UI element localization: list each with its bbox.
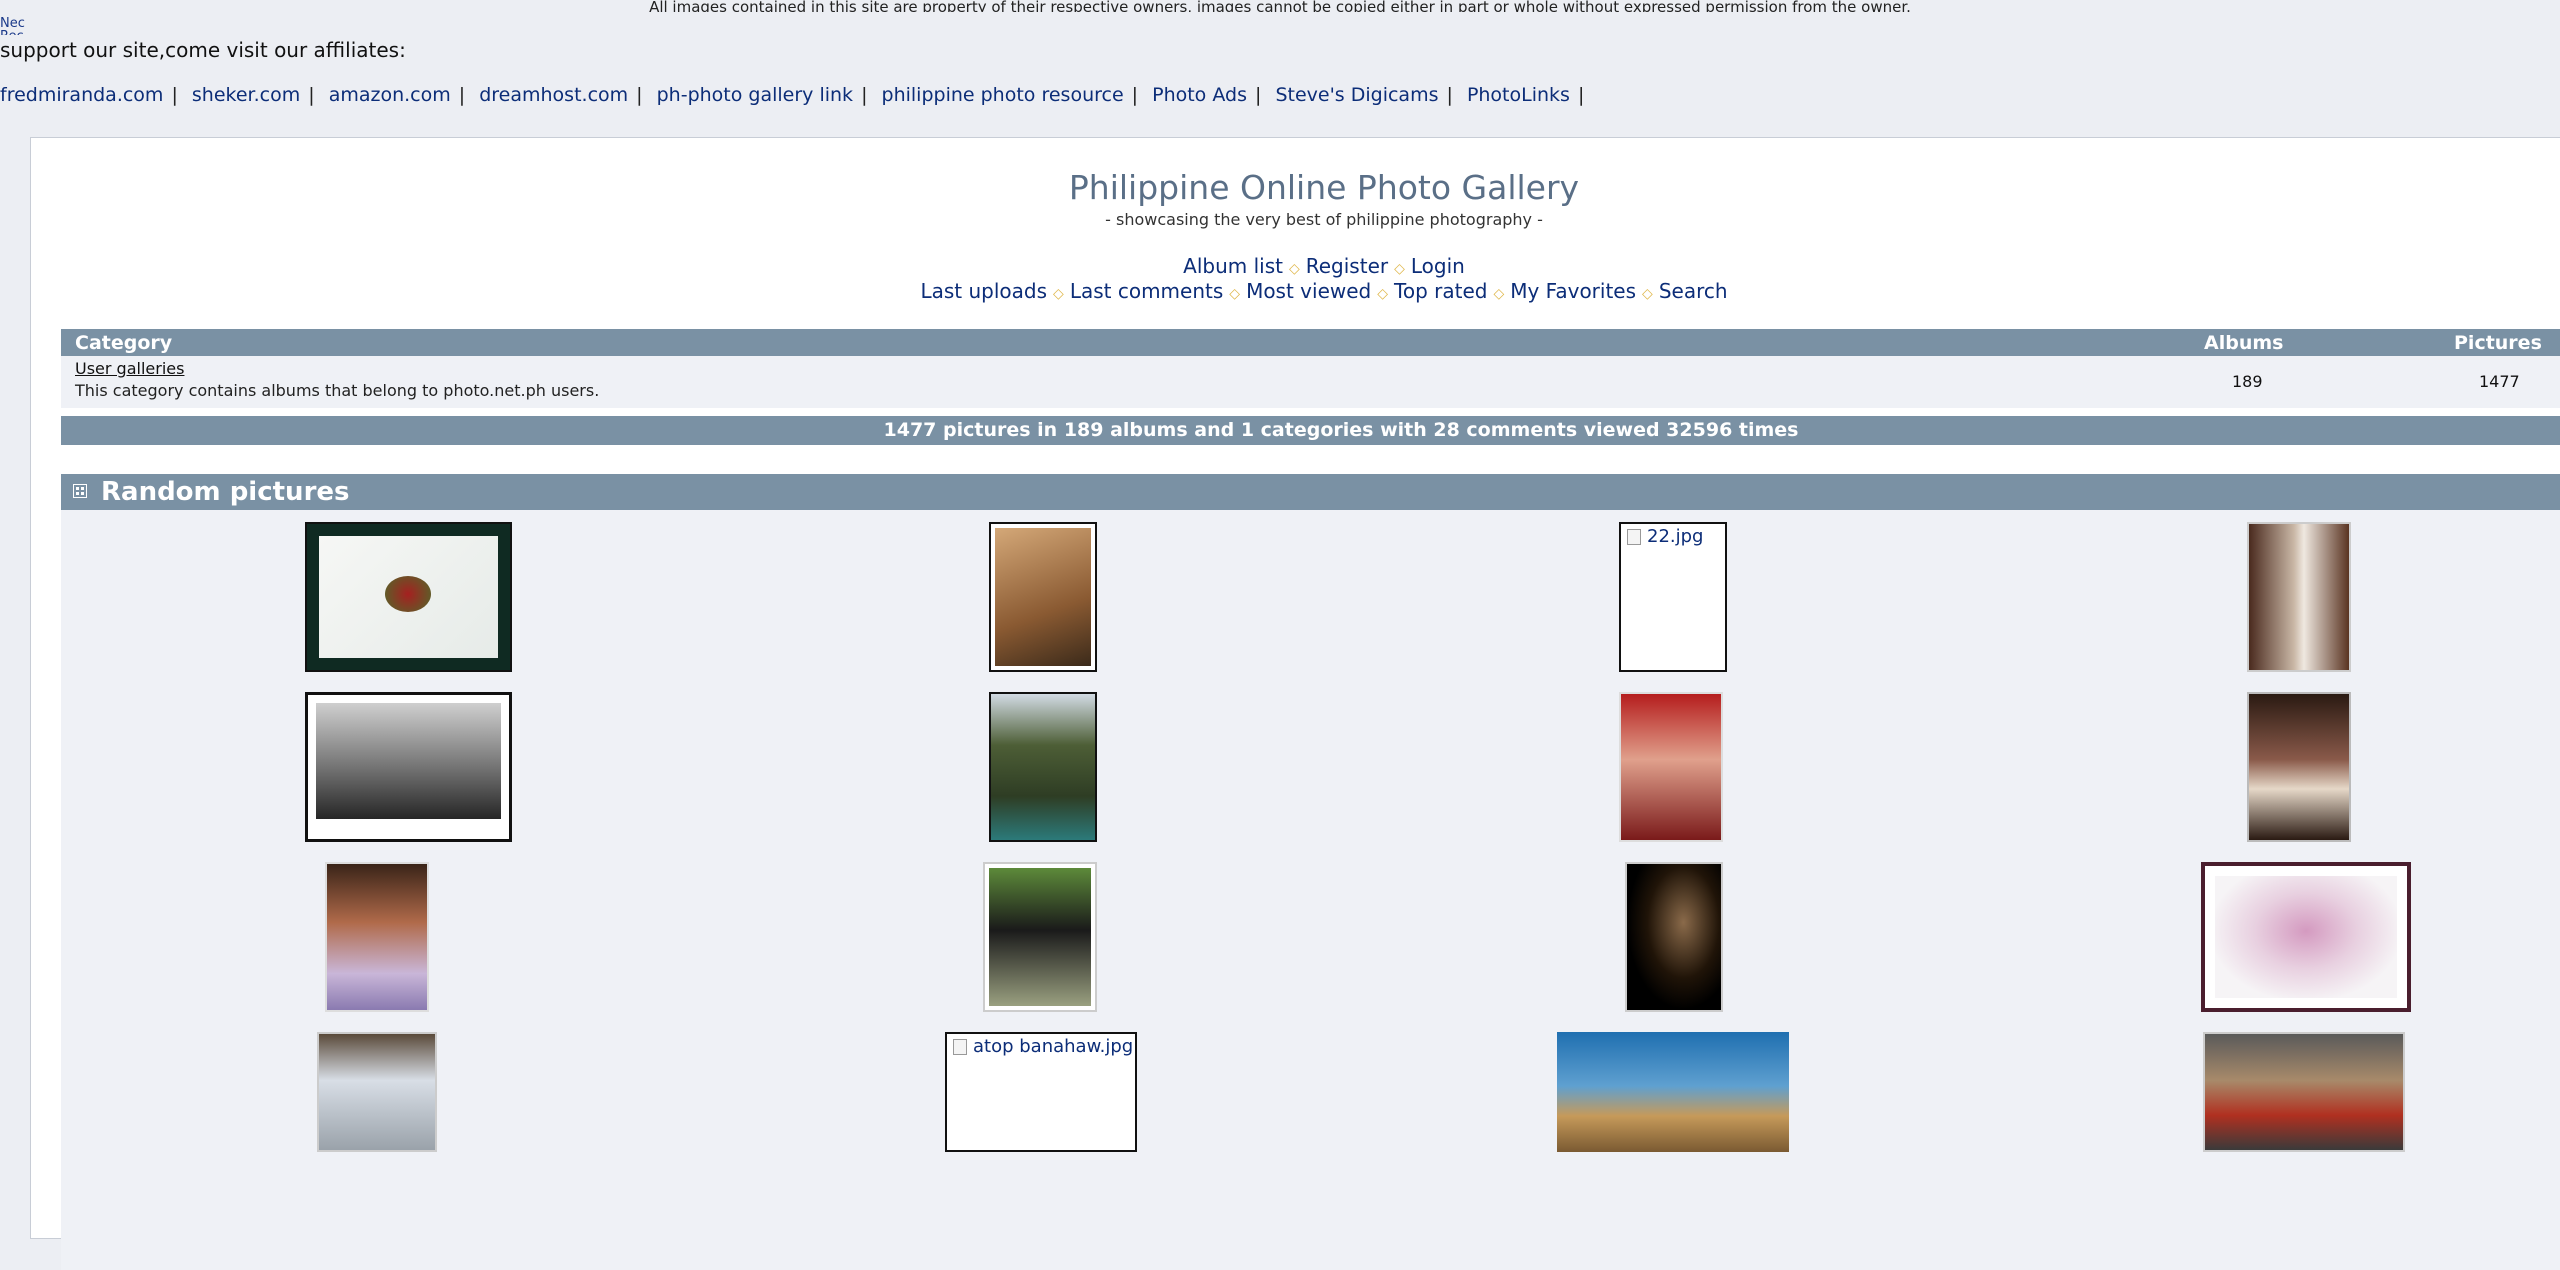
affiliate-link-dreamhost[interactable]: dreamhost.com — [479, 84, 628, 106]
affiliate-link-philippine-photo-resource[interactable]: philippine photo resource — [882, 84, 1124, 106]
random-pictures-header: Random pictures — [61, 474, 2560, 510]
thumbnail-landscape[interactable] — [1557, 1032, 1789, 1152]
gallery-main-panel: Philippine Online Photo Gallery - showca… — [30, 137, 2560, 1270]
nav-search[interactable]: Search — [1659, 279, 1728, 303]
thumbnail-dark-figure[interactable] — [1625, 862, 1723, 1012]
nav-separator-icon: ◇ — [1394, 261, 1405, 277]
thumbnail-cliffs[interactable] — [989, 692, 1097, 842]
broken-image-icon — [1627, 529, 1641, 545]
nav-most-viewed[interactable]: Most viewed — [1246, 279, 1371, 303]
albums-column-header: Albums — [2204, 332, 2284, 354]
category-link-user-galleries[interactable]: User galleries — [75, 359, 184, 378]
affiliate-link-amazon[interactable]: amazon.com — [329, 84, 451, 106]
thumbnail-children-bw[interactable] — [305, 692, 512, 842]
copyright-notice: All images contained in this site are pr… — [649, 0, 1911, 12]
affiliate-link-photolinks[interactable]: PhotoLinks — [1467, 84, 1570, 106]
thumbnail-broken-atop-banahaw[interactable]: atop banahaw.jpg — [945, 1032, 1137, 1152]
thumbnail-dog[interactable] — [983, 862, 1097, 1012]
nav-separator-icon: ◇ — [1493, 286, 1505, 302]
nav-last-comments[interactable]: Last comments — [1070, 279, 1223, 303]
affiliate-links: fredmiranda.com | sheker.com | amazon.com |… — [0, 84, 1585, 106]
category-pictures-count: 1477 — [2479, 372, 2520, 391]
nav-top-rated[interactable]: Top rated — [1394, 279, 1487, 303]
random-pictures-title: Random pictures — [101, 477, 350, 507]
category-albums-count: 189 — [2232, 372, 2263, 391]
nav-separator-icon: ◇ — [1377, 286, 1389, 302]
pictures-column-header: Pictures — [2454, 332, 2542, 354]
tiny-text-line-2[interactable]: Rec — [0, 30, 25, 35]
thumbnail-child-portrait[interactable] — [325, 862, 429, 1012]
nav-separator-icon: ◇ — [1053, 286, 1064, 302]
gallery-stats: 1477 pictures in 189 albums and 1 catego… — [61, 416, 2560, 445]
support-text: support our site,come visit our affiliat… — [0, 38, 406, 62]
gallery-subtitle: - showcasing the very best of philippine… — [1105, 210, 1543, 229]
thumbnail-pink-pillow[interactable] — [2201, 862, 2411, 1012]
broken-image-name: 22.jpg — [1647, 526, 1704, 547]
thumbnail-flowers[interactable] — [305, 522, 512, 672]
nav-row-1: Album list ◇ Register ◇ Login — [31, 254, 2560, 278]
nav-separator-icon: ◇ — [1288, 261, 1300, 277]
category-column-header: Category — [75, 332, 173, 354]
thumbnail-dancer[interactable] — [2247, 692, 2351, 842]
thumbnail-red-costume[interactable] — [1619, 692, 1723, 842]
affiliate-link-fredmiranda[interactable]: fredmiranda.com — [0, 84, 163, 106]
nav-separator-icon: ◇ — [1642, 286, 1653, 302]
broken-image-icon — [953, 1039, 967, 1055]
nav-register[interactable]: Register — [1306, 254, 1388, 278]
affiliate-link-sheker[interactable]: sheker.com — [192, 84, 300, 106]
random-pictures-grid: 22.jpg atop banahaw.jpg — [61, 510, 2560, 1270]
affiliate-link-steves-digicams[interactable]: Steve's Digicams — [1275, 84, 1438, 106]
nav-row-2: Last uploads ◇ Last comments ◇ Most viewed ◇ T… — [31, 279, 2560, 303]
thumbnail-wedding[interactable] — [2247, 522, 2351, 672]
category-description: This category contains albums that belon… — [75, 381, 600, 400]
category-table-header: Category Albums Pictures — [61, 329, 2560, 356]
thumbnail-motorcycles[interactable] — [2203, 1032, 2405, 1152]
tiny-text: Nec Rec — [0, 17, 25, 35]
affiliate-link-photo-ads[interactable]: Photo Ads — [1152, 84, 1247, 106]
thumbnail-broken-22jpg[interactable]: 22.jpg — [1619, 522, 1727, 672]
thumbnail-baby[interactable] — [989, 522, 1097, 672]
category-row: User galleries This category contains al… — [61, 356, 2560, 408]
nav-album-list[interactable]: Album list — [1183, 254, 1283, 278]
nav-my-favorites[interactable]: My Favorites — [1510, 279, 1636, 303]
nav-last-uploads[interactable]: Last uploads — [920, 279, 1047, 303]
broken-image-name: atop banahaw.jpg — [973, 1036, 1134, 1057]
nav-login[interactable]: Login — [1411, 254, 1465, 278]
tiny-text-line-1[interactable]: Nec — [0, 17, 25, 30]
thumbnail-beach-people[interactable] — [317, 1032, 437, 1152]
gallery-title: Philippine Online Photo Gallery — [1068, 168, 1580, 207]
affiliate-link-ph-photo-gallery[interactable]: ph-photo gallery link — [657, 84, 853, 106]
nav-separator-icon: ◇ — [1229, 286, 1241, 302]
collapse-toggle-icon[interactable] — [73, 484, 87, 498]
